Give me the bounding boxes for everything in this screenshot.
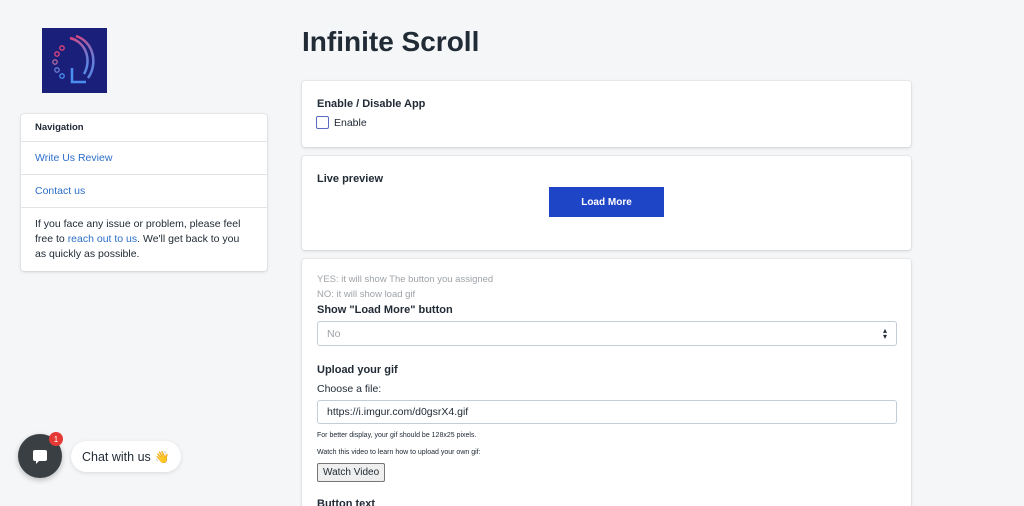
navigation-card: Navigation Write Us Review Contact us If… [21, 114, 267, 271]
chat-icon [33, 450, 47, 464]
display-note: For better display, your gif should be 1… [317, 432, 477, 439]
enable-checkbox[interactable] [316, 116, 329, 129]
enable-checkbox-label: Enable [334, 116, 367, 129]
hint-no: NO: it will show load gif [317, 289, 416, 300]
upload-heading: Upload your gif [317, 364, 398, 376]
write-review-link[interactable]: Write Us Review [21, 142, 267, 175]
enable-card: Enable / Disable App Enable [302, 81, 911, 147]
live-preview-card: Live preview Load More [302, 156, 911, 250]
live-preview-heading: Live preview [317, 173, 384, 185]
gif-url-value: https://i.imgur.com/d0gsrX4.gif [327, 406, 469, 418]
load-more-button[interactable]: Load More [549, 187, 664, 217]
video-note: Watch this video to learn how to upload … [317, 449, 481, 456]
enable-heading: Enable / Disable App [317, 98, 426, 110]
chat-with-us-button[interactable]: Chat with us 👋 [71, 441, 181, 472]
show-button-select[interactable]: No ▴ ▾ [317, 321, 897, 346]
help-text: If you face any issue or problem, please… [35, 218, 241, 260]
watch-video-button[interactable]: Watch Video [317, 463, 386, 482]
navigation-title: Navigation [21, 114, 267, 142]
app-logo [42, 28, 107, 93]
show-button-label: Show "Load More" button [317, 304, 453, 316]
logo-arrow-icon [52, 34, 95, 84]
chat-label: Chat with us [82, 449, 151, 464]
reach-out-link[interactable]: reach out to us [68, 233, 137, 245]
hint-yes: YES: it will show The button you assigne… [317, 274, 494, 285]
settings-card: YES: it will show The button you assigne… [302, 259, 911, 506]
waving-hand-icon: 👋 [154, 449, 170, 464]
chat-unread-badge: 1 [49, 432, 63, 446]
enable-checkbox-row[interactable]: Enable [316, 116, 367, 129]
choose-file-label: Choose a file: [317, 383, 382, 395]
button-text-heading: Button text [317, 498, 376, 506]
select-arrows-icon: ▴ ▾ [882, 325, 887, 341]
show-button-value: No [327, 327, 341, 340]
page-title: Infinite Scroll [302, 26, 480, 57]
contact-us-link[interactable]: Contact us [21, 175, 267, 208]
gif-url-input[interactable]: https://i.imgur.com/d0gsrX4.gif [317, 400, 897, 424]
